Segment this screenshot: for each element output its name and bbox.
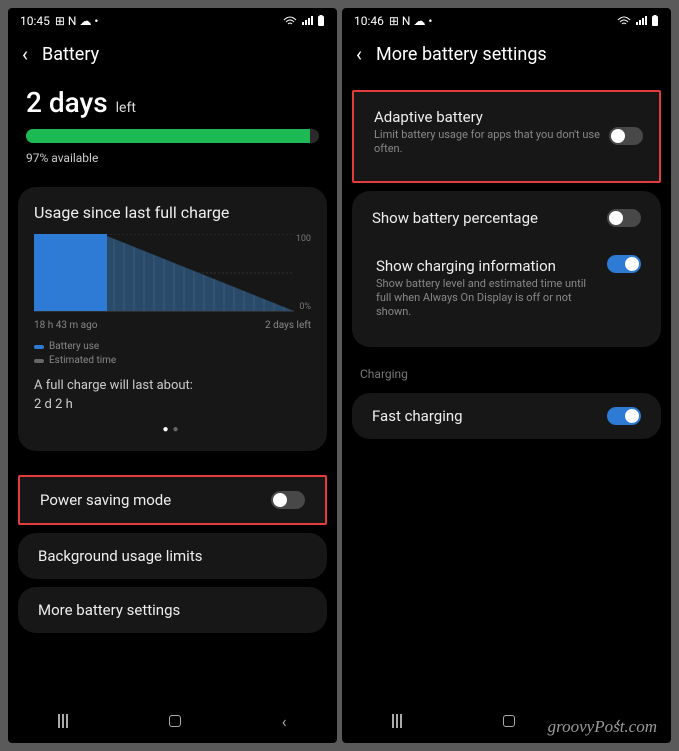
fast-charging-card: Fast charging <box>352 393 661 439</box>
battery-icon <box>651 15 659 27</box>
chart-legend: Battery use Estimated time <box>34 341 311 366</box>
legend-battery-use: Battery use <box>49 341 99 352</box>
wifi-icon <box>617 16 631 26</box>
display-card: Show battery percentage Show charging in… <box>352 191 661 348</box>
status-right-icons <box>283 15 325 27</box>
nav-recents-icon[interactable] <box>392 714 402 728</box>
legend-swatch-grey <box>34 359 44 363</box>
battery-bar <box>26 129 319 143</box>
charging-info-sub: Show battery level and estimated time un… <box>376 277 597 320</box>
row-bg-limits[interactable]: Background usage limits <box>34 533 311 579</box>
adaptive-title: Adaptive battery <box>374 108 605 126</box>
y-max-label: 100 <box>296 234 311 244</box>
adaptive-card: Adaptive battery Limit battery usage for… <box>352 90 661 183</box>
y-min-label: 0% <box>299 302 311 312</box>
row-fast-charging[interactable]: Fast charging <box>368 393 645 439</box>
signal-icon <box>301 16 313 26</box>
fast-charging-toggle[interactable] <box>607 407 641 425</box>
status-app-icons: ⊞ N ☁ • <box>55 14 99 28</box>
clock: 10:45 <box>20 14 50 28</box>
back-icon[interactable]: ‹ <box>356 42 362 66</box>
page-indicator[interactable]: ●● <box>34 424 311 435</box>
back-icon[interactable]: ‹ <box>22 42 28 66</box>
chart-x-axis: 18 h 43 m ago 2 days left <box>34 320 311 331</box>
more-settings-card: More battery settings <box>18 587 327 633</box>
legend-swatch-blue <box>34 345 44 349</box>
clock: 10:46 <box>354 14 384 28</box>
phone-left: 10:45 ⊞ N ☁ • ‹ Battery 2 days left 97% … <box>8 8 337 743</box>
nav-home-icon[interactable] <box>503 715 515 727</box>
nav-back-icon[interactable]: ‹ <box>282 712 287 731</box>
status-bar: 10:45 ⊞ N ☁ • <box>8 8 337 32</box>
usage-card[interactable]: Usage since last full charge <box>18 187 327 451</box>
adaptive-sub: Limit battery usage for apps that you do… <box>374 128 605 157</box>
wifi-icon <box>283 16 297 26</box>
power-saving-label: Power saving mode <box>40 491 171 509</box>
status-right-icons <box>617 15 659 27</box>
usage-chart: 100 0% <box>34 234 311 316</box>
adaptive-toggle[interactable] <box>609 127 643 145</box>
legend-estimated: Estimated time <box>49 355 116 366</box>
nav-recents-icon[interactable] <box>58 714 68 728</box>
row-adaptive-battery[interactable]: Adaptive battery Limit battery usage for… <box>370 102 643 171</box>
page-title: Battery <box>42 44 99 65</box>
page-title: More battery settings <box>376 44 547 65</box>
estimate-label: A full charge will last about: <box>34 378 311 393</box>
row-power-saving[interactable]: Power saving mode <box>36 477 309 523</box>
time-remaining-suffix: left <box>116 100 136 116</box>
estimate-value: 2 d 2 h <box>34 397 311 412</box>
battery-available: 97% available <box>26 151 319 165</box>
nav-bar: ‹ <box>8 699 337 743</box>
section-charging: Charging <box>342 355 671 385</box>
charging-info-title: Show charging information <box>376 257 597 275</box>
row-show-percentage[interactable]: Show battery percentage <box>368 195 645 241</box>
status-app-icons: ⊞ N ☁ • <box>389 14 433 28</box>
power-saving-toggle[interactable] <box>271 491 305 509</box>
battery-bar-fill <box>26 129 310 143</box>
more-settings-label: More battery settings <box>38 601 180 619</box>
time-remaining: 2 days <box>26 86 108 119</box>
nav-home-icon[interactable] <box>169 715 181 727</box>
show-pct-toggle[interactable] <box>607 209 641 227</box>
x-left-label: 18 h 43 m ago <box>34 320 97 331</box>
status-bar: 10:46 ⊞ N ☁ • <box>342 8 671 32</box>
power-saving-card: Power saving mode <box>18 475 327 525</box>
show-pct-label: Show battery percentage <box>372 209 538 227</box>
row-charging-info[interactable]: Show charging information Show battery l… <box>368 241 645 344</box>
x-right-label: 2 days left <box>265 320 311 331</box>
row-more-settings[interactable]: More battery settings <box>34 587 311 633</box>
bg-limits-card: Background usage limits <box>18 533 327 579</box>
page-header: ‹ More battery settings <box>342 32 671 82</box>
page-header: ‹ Battery <box>8 32 337 82</box>
battery-summary: 2 days left 97% available <box>8 82 337 179</box>
phone-right: 10:46 ⊞ N ☁ • ‹ More battery settings Ad… <box>342 8 671 743</box>
charging-info-toggle[interactable] <box>607 255 641 273</box>
chart-svg <box>34 234 294 312</box>
fast-charging-label: Fast charging <box>372 407 463 425</box>
battery-icon <box>317 15 325 27</box>
watermark: groovyPost.com <box>548 717 657 737</box>
bg-limits-label: Background usage limits <box>38 547 202 565</box>
signal-icon <box>635 16 647 26</box>
usage-card-title: Usage since last full charge <box>34 203 311 222</box>
